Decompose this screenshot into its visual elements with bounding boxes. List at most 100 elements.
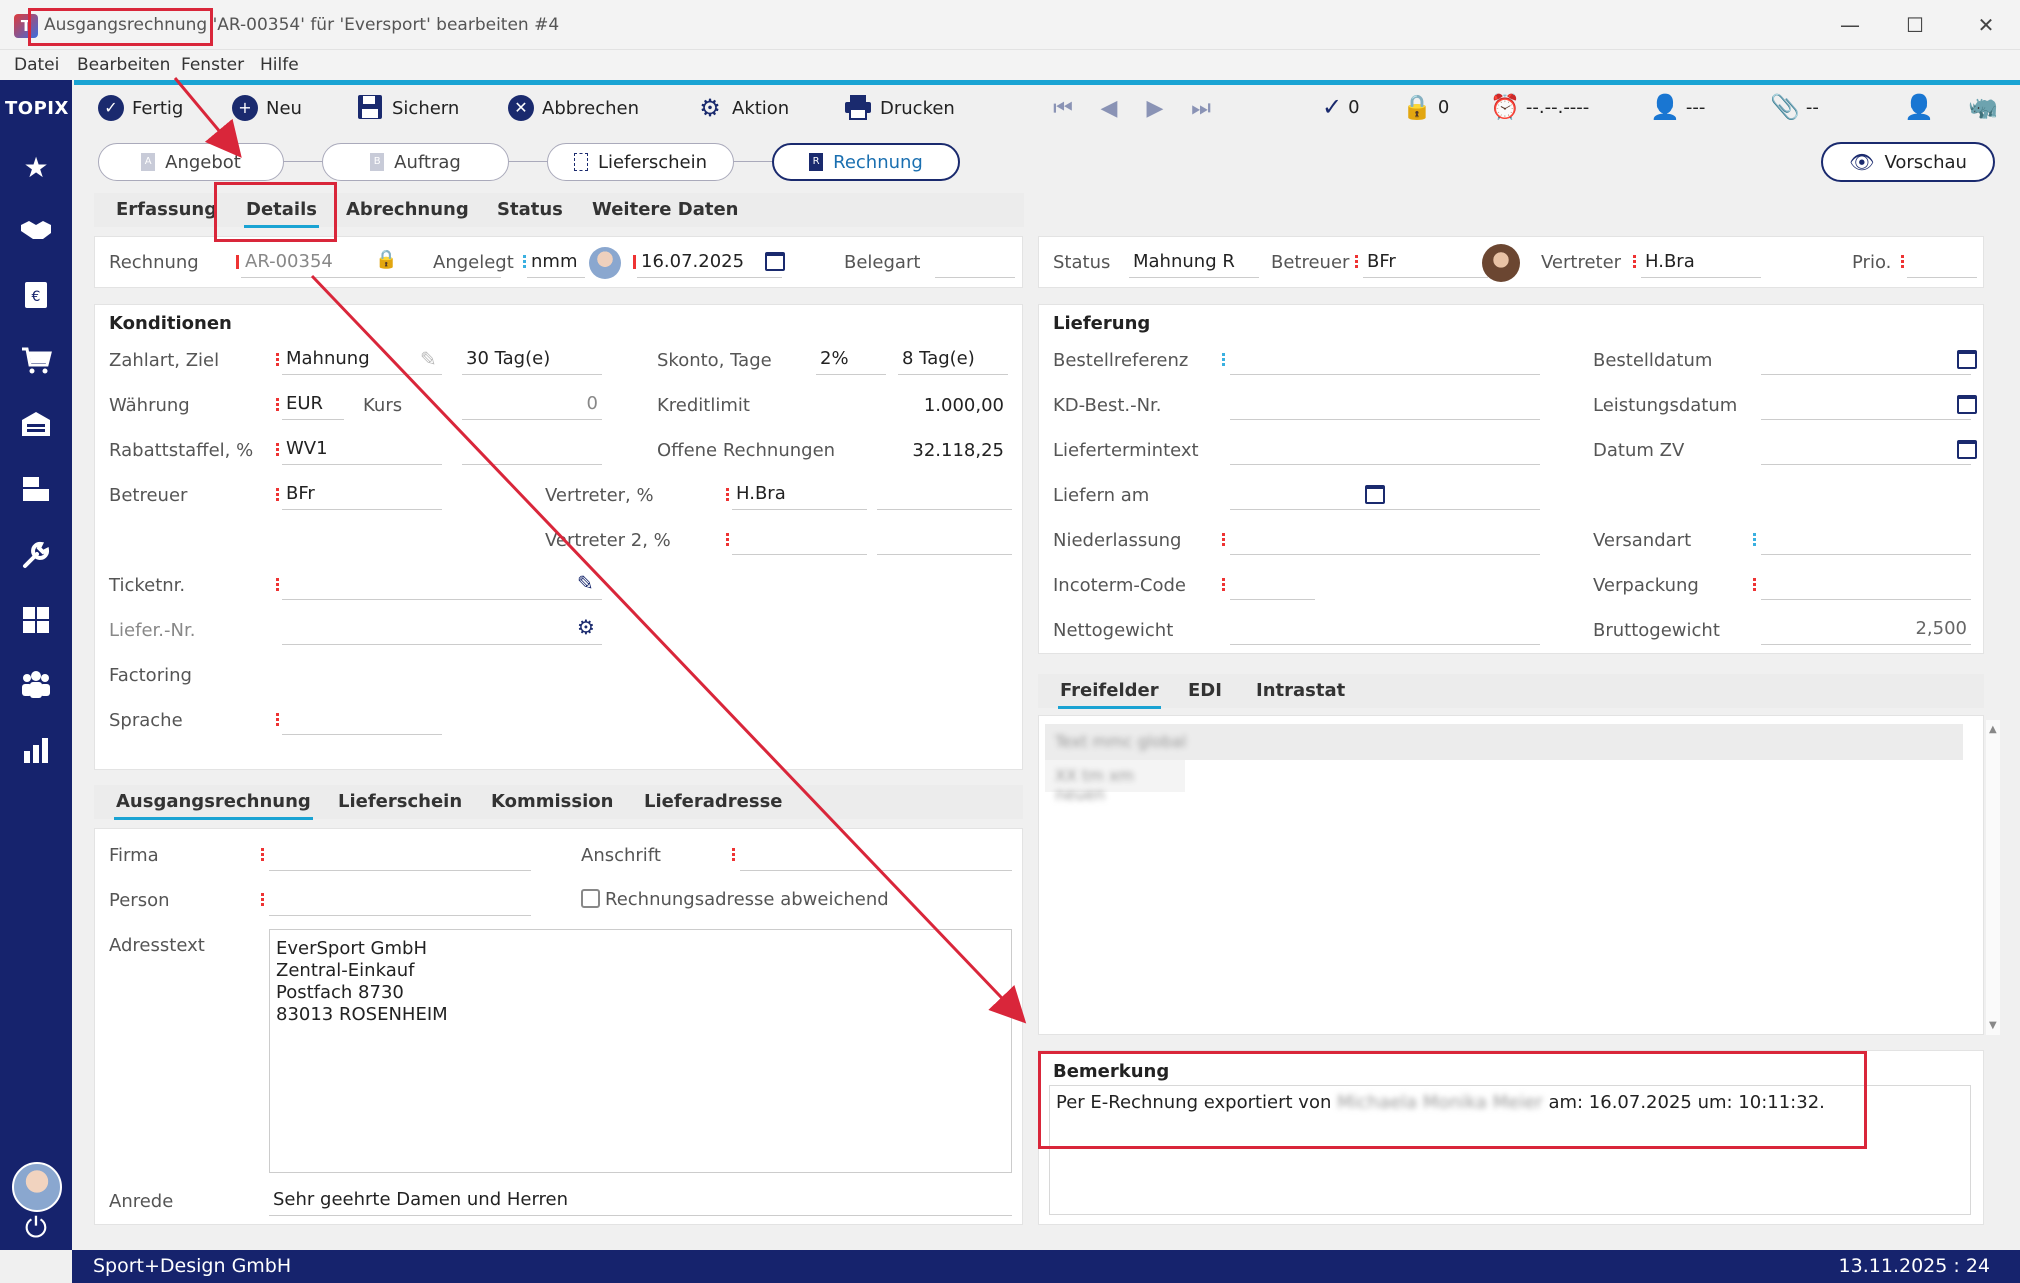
zahlart-field[interactable]: Mahnung bbox=[282, 345, 442, 375]
workflow-rechnung[interactable]: R Rechnung bbox=[772, 143, 960, 181]
versandart-field[interactable] bbox=[1761, 525, 1971, 555]
nettogewicht-field[interactable] bbox=[1230, 615, 1540, 645]
waehrung-field[interactable]: EUR bbox=[282, 390, 344, 420]
contact-button[interactable]: 👤 bbox=[1904, 93, 1934, 121]
freifelder-scrollbar[interactable]: ▲ ▼ bbox=[1986, 720, 2000, 1035]
bestelldatum-field[interactable] bbox=[1761, 345, 1971, 375]
angelegt-date-field[interactable]: 16.07.2025 bbox=[637, 248, 782, 278]
ticket-field[interactable] bbox=[282, 570, 602, 600]
wrench-icon[interactable] bbox=[18, 540, 54, 576]
rabatt-percent-field[interactable] bbox=[462, 435, 602, 465]
kdbest-field[interactable] bbox=[1230, 390, 1540, 420]
workflow-angebot[interactable]: A Angebot bbox=[98, 143, 284, 181]
skonto-percent-field[interactable]: 2% bbox=[816, 345, 886, 375]
vertreter-pct-field[interactable]: H.Bra bbox=[732, 480, 867, 510]
menu-bearbeiten[interactable]: Bearbeiten bbox=[77, 55, 170, 75]
tab-status[interactable]: Status bbox=[497, 199, 563, 220]
check-status[interactable]: ✓ 0 bbox=[1322, 93, 1360, 121]
ziel-field[interactable]: 30 Tag(e) bbox=[462, 345, 602, 375]
alarm-status[interactable]: ⏰ --.--.---- bbox=[1490, 93, 1589, 121]
calendar-icon[interactable] bbox=[1365, 485, 1385, 504]
abweichend-checkbox[interactable] bbox=[581, 889, 600, 908]
handshake-icon[interactable] bbox=[18, 215, 54, 251]
adresstext-textarea[interactable]: EverSport GmbH Zentral-Einkauf Postfach … bbox=[269, 929, 1012, 1173]
warehouse-icon[interactable] bbox=[18, 410, 54, 446]
edit-pen-icon[interactable]: ✎ bbox=[577, 571, 594, 595]
neu-button[interactable]: + Neu bbox=[232, 93, 302, 123]
bruttogewicht-field[interactable]: 2,500 bbox=[1761, 615, 1971, 645]
sprache-field[interactable] bbox=[282, 705, 442, 735]
workflow-lieferschein[interactable]: Lieferschein bbox=[547, 143, 734, 181]
tab-weitere-daten[interactable]: Weitere Daten bbox=[592, 199, 738, 220]
next-record-icon[interactable]: ▶ bbox=[1140, 95, 1170, 123]
bestellref-field[interactable] bbox=[1230, 345, 1540, 375]
lock-icon[interactable]: 🔒 bbox=[375, 249, 397, 270]
tab-kommission[interactable]: Kommission bbox=[491, 791, 613, 812]
vertreter-field[interactable]: H.Bra bbox=[1641, 248, 1761, 278]
lock-status[interactable]: 🔒 0 bbox=[1402, 93, 1449, 121]
menu-fenster[interactable]: Fenster bbox=[181, 55, 244, 75]
skonto-days-field[interactable]: 8 Tag(e) bbox=[898, 345, 1008, 375]
last-record-icon[interactable]: ⏭ bbox=[1186, 95, 1216, 123]
belegart-field[interactable] bbox=[935, 248, 1015, 278]
calendar-icon[interactable] bbox=[1957, 395, 1977, 414]
vertreter-pct-value-field[interactable] bbox=[877, 480, 1012, 510]
leistungsdatum-field[interactable] bbox=[1761, 390, 1971, 420]
tab-intrastat[interactable]: Intrastat bbox=[1256, 680, 1345, 701]
close-icon[interactable]: ✕ bbox=[1966, 10, 2006, 40]
verpackung-field[interactable] bbox=[1761, 570, 1971, 600]
status-field[interactable]: Mahnung R bbox=[1129, 248, 1259, 278]
tab-freifelder[interactable]: Freifelder bbox=[1058, 680, 1161, 709]
prio-field[interactable] bbox=[1907, 248, 1977, 278]
menu-hilfe[interactable]: Hilfe bbox=[260, 55, 299, 75]
fertig-button[interactable]: ✓ Fertig bbox=[98, 93, 183, 123]
maximize-icon[interactable]: ☐ bbox=[1895, 10, 1935, 40]
power-icon[interactable]: ⏻ bbox=[18, 1210, 54, 1246]
kurs-field[interactable]: 0 bbox=[462, 390, 602, 420]
freifelder-row[interactable]: XX tm xm neuen bbox=[1045, 760, 1185, 804]
niederlassung-field[interactable] bbox=[1230, 525, 1540, 555]
tab-lieferadresse[interactable]: Lieferadresse bbox=[644, 791, 783, 812]
tab-abrechnung[interactable]: Abrechnung bbox=[346, 199, 469, 220]
aktion-button[interactable]: ⚙ Aktion bbox=[696, 93, 789, 123]
anschrift-field[interactable] bbox=[740, 841, 1012, 871]
bar-chart-icon[interactable] bbox=[18, 735, 54, 771]
datumzv-field[interactable] bbox=[1761, 435, 1971, 465]
settings-cog-icon[interactable]: ⚙ bbox=[577, 615, 595, 639]
calendar-icon[interactable] bbox=[765, 252, 785, 271]
pencil-icon[interactable]: ✎ bbox=[420, 347, 437, 371]
workflow-auftrag[interactable]: B Auftrag bbox=[322, 143, 509, 181]
user-status[interactable]: 👤 --- bbox=[1650, 93, 1705, 121]
liefern-am-field[interactable] bbox=[1230, 480, 1540, 510]
rabatt-field[interactable]: WV1 bbox=[282, 435, 442, 465]
invoice-icon[interactable]: € bbox=[18, 280, 54, 316]
angelegt-user-field[interactable]: nmm bbox=[527, 248, 585, 278]
team-icon[interactable] bbox=[18, 670, 54, 706]
sichern-button[interactable]: Sichern bbox=[356, 93, 459, 123]
anrede-field[interactable]: Sehr geehrte Damen und Herren bbox=[269, 1186, 1012, 1216]
vertreter2-pct-field[interactable] bbox=[877, 525, 1012, 555]
star-icon[interactable]: ★ bbox=[18, 150, 54, 186]
tab-edi[interactable]: EDI bbox=[1188, 680, 1222, 701]
abbrechen-button[interactable]: ✕ Abbrechen bbox=[508, 93, 639, 123]
user-avatar[interactable] bbox=[12, 1162, 62, 1212]
liefertermintext-field[interactable] bbox=[1230, 435, 1540, 465]
firma-field[interactable] bbox=[269, 841, 531, 871]
calculator-icon[interactable] bbox=[18, 605, 54, 641]
freifelder-row[interactable]: Text mmc global bbox=[1045, 724, 1963, 760]
liefernr-field[interactable] bbox=[282, 615, 602, 645]
tab-ausgangsrechnung[interactable]: Ausgangsrechnung bbox=[114, 791, 313, 820]
betreuer-field[interactable]: BFr bbox=[1363, 248, 1488, 278]
tab-erfassung[interactable]: Erfassung bbox=[116, 199, 217, 220]
archive-icon[interactable] bbox=[18, 475, 54, 511]
vertreter2-field[interactable] bbox=[732, 525, 867, 555]
betreuer2-field[interactable]: BFr bbox=[282, 480, 442, 510]
first-record-icon[interactable]: ⏮ bbox=[1048, 95, 1078, 123]
prev-record-icon[interactable]: ◀ bbox=[1094, 95, 1124, 123]
cart-icon[interactable] bbox=[18, 345, 54, 381]
scroll-down-icon[interactable]: ▼ bbox=[1989, 1020, 1997, 1031]
calendar-icon[interactable] bbox=[1957, 440, 1977, 459]
vorschau-button[interactable]: 👁 Vorschau bbox=[1821, 142, 1995, 182]
menu-datei[interactable]: Datei bbox=[14, 55, 59, 75]
attachment-status[interactable]: 📎 -- bbox=[1770, 93, 1819, 121]
